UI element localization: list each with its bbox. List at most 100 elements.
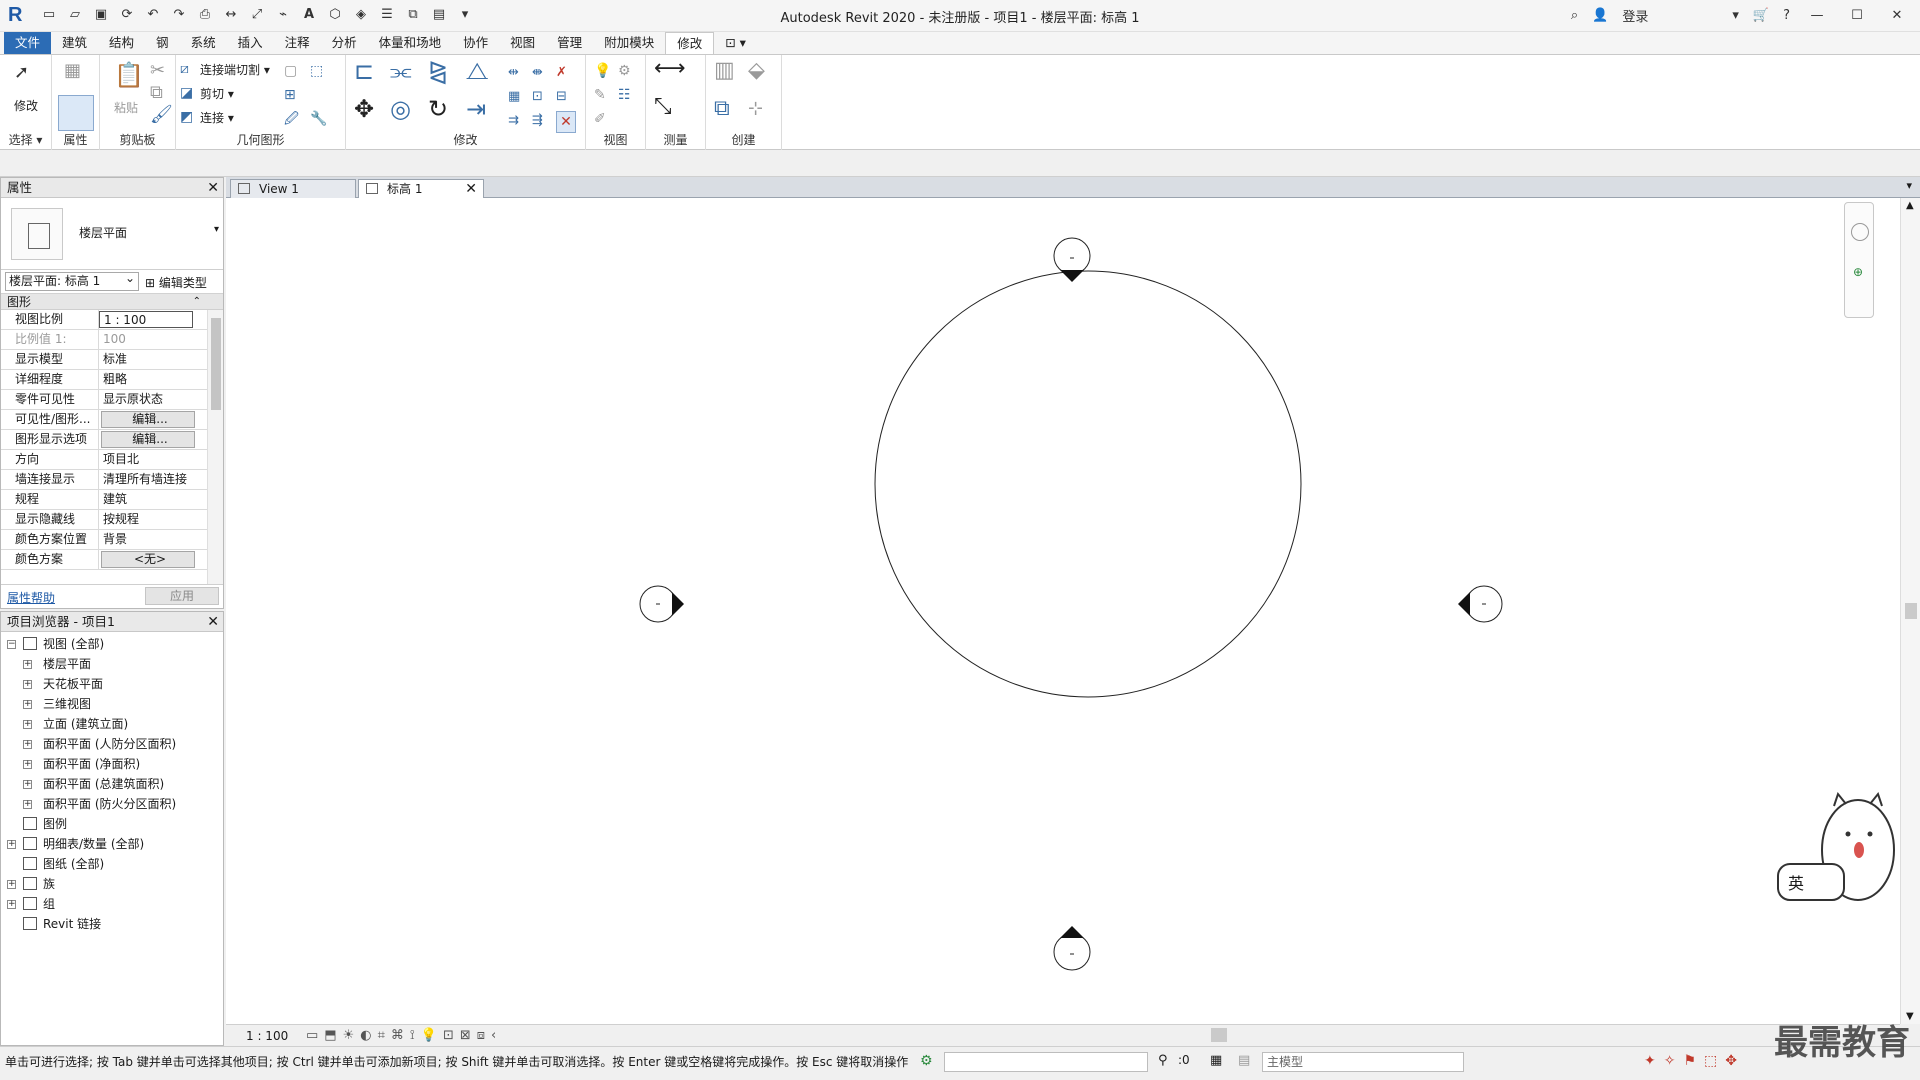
expand-icon[interactable]: + [7, 840, 16, 849]
delete-icon[interactable]: ✕ [556, 111, 576, 133]
edit-type-button[interactable]: ⊞ 编辑类型 [145, 274, 207, 291]
expand-icon[interactable]: + [23, 680, 32, 689]
browser-node[interactable]: + 天花板平面 [1, 674, 223, 694]
select-links-icon[interactable]: ✦ [1644, 1053, 1656, 1069]
tab-1[interactable]: 建筑 [51, 32, 98, 54]
property-edit-button[interactable]: <无> [101, 551, 195, 568]
detail-level-icon[interactable]: ▭ [306, 1028, 318, 1043]
linework-icon[interactable]: ✎ [594, 85, 606, 105]
browser-node[interactable]: + 面积平面 (防火分区面积) [1, 794, 223, 814]
ime-language-label[interactable]: 英 [1788, 870, 1804, 894]
expand-icon[interactable]: + [23, 700, 32, 709]
sun-path-icon[interactable]: ☀ [343, 1028, 355, 1043]
split-gap-icon[interactable]: ⇼ [532, 63, 543, 83]
property-value[interactable]: 粗略 [99, 370, 193, 389]
expand-icon[interactable]: + [7, 900, 16, 909]
tab-6[interactable]: 注释 [274, 32, 321, 54]
aligned-dimension-icon[interactable]: ⤡ [654, 96, 672, 118]
filter-select-icon[interactable]: ⚲ [1158, 1053, 1168, 1068]
user-icon[interactable]: 👤 [1592, 8, 1608, 23]
create-assembly-icon[interactable]: ▥ [714, 60, 735, 82]
properties-scrollbar[interactable] [207, 310, 223, 584]
create-group-icon[interactable]: ⧉ [714, 98, 730, 120]
circle-element[interactable] [874, 270, 1302, 698]
canvas-scroll-thumb[interactable] [1905, 603, 1917, 619]
temp-view-props-icon[interactable]: ⊡ [443, 1028, 454, 1043]
property-value[interactable]: 按规程 [99, 510, 193, 529]
property-value[interactable]: 清理所有墙连接 [99, 470, 193, 489]
demolish-icon[interactable]: ⊞ [284, 85, 296, 105]
paste-icon[interactable]: 📋 [114, 63, 144, 87]
remove-paint-icon[interactable]: 🔧 [310, 109, 327, 129]
highlight-icon[interactable]: ⧈ [477, 1028, 485, 1043]
browser-node[interactable]: − 视图 (全部) [1, 634, 223, 654]
tab-menu-icon[interactable]: ▾ [1906, 179, 1912, 192]
properties-icon[interactable] [58, 95, 94, 131]
properties-help-link[interactable]: 属性帮助 [7, 589, 55, 606]
close-tab-icon[interactable]: ✕ [465, 180, 477, 198]
browser-node[interactable]: + 面积平面 (净面积) [1, 754, 223, 774]
expand-icon[interactable]: + [23, 800, 32, 809]
workset-select[interactable] [944, 1052, 1148, 1072]
hscroll-left-icon[interactable]: ‹ [491, 1028, 496, 1043]
paint-view-icon[interactable]: ✐ [594, 109, 606, 129]
login-link[interactable]: 登录 [1622, 6, 1648, 25]
close-button[interactable]: ✕ [1884, 8, 1910, 23]
apply-button[interactable]: 应用 [145, 587, 219, 605]
property-value[interactable]: 显示原状态 [99, 390, 193, 409]
tab-9[interactable]: 协作 [452, 32, 499, 54]
chevron-down-icon[interactable]: ▾ [214, 224, 219, 235]
close-icon[interactable]: ✕ [207, 612, 219, 632]
browser-node[interactable]: + 三维视图 [1, 694, 223, 714]
maximize-button[interactable]: ☐ [1844, 8, 1870, 23]
expand-icon[interactable]: + [23, 720, 32, 729]
elevation-marker-south[interactable] [1053, 926, 1091, 971]
tab-10[interactable]: 视图 [499, 32, 546, 54]
shadows-icon[interactable]: ◐ [360, 1028, 371, 1043]
override-icon[interactable]: ⚙ [618, 61, 631, 81]
browser-node[interactable]: + 立面 (建筑立面) [1, 714, 223, 734]
pin-icon[interactable]: ⊟ [556, 87, 567, 107]
search-icon[interactable]: ⌕ [1571, 8, 1578, 23]
copy-element-icon[interactable]: ◎ [390, 97, 411, 121]
graphics-category[interactable]: 图形 ⌃ [1, 294, 223, 310]
browser-node[interactable]: + 面积平面 (总建筑面积) [1, 774, 223, 794]
type-selector[interactable]: 楼层平面 ▾ [1, 198, 223, 270]
property-value[interactable]: 1 : 100 [99, 311, 193, 328]
cut-icon[interactable]: ✂ [150, 61, 165, 81]
join-button[interactable]: 连接 ▾ [200, 109, 234, 126]
rotate-icon[interactable]: ↻ [428, 97, 448, 121]
select-group-label[interactable]: 选择 ▾ [0, 131, 51, 148]
scroll-thumb[interactable] [211, 318, 221, 410]
design-options-icon[interactable]: ▤ [1238, 1053, 1250, 1068]
property-edit-button[interactable]: 编辑... [101, 411, 195, 428]
align-icon[interactable]: ⊏ [354, 59, 374, 83]
cut-join-button[interactable]: 连接端切割 ▾ [200, 61, 270, 78]
help-icon[interactable]: ? [1783, 8, 1790, 23]
drag-elements-icon[interactable]: ✥ [1725, 1053, 1737, 1069]
login-dropdown-icon[interactable]: ▾ [1732, 8, 1739, 23]
view-scale[interactable]: 1 : 100 [246, 1029, 288, 1043]
contextual-tab-dropdown-icon[interactable]: ⊡ ▾ [714, 32, 757, 54]
split-icon[interactable]: ⇹ [508, 63, 519, 83]
modify-button[interactable]: 修改 [14, 97, 38, 114]
show-crop-icon[interactable]: ⌘ [391, 1028, 404, 1043]
array-icon[interactable]: ▦ [508, 87, 520, 107]
minimize-button[interactable]: — [1804, 8, 1830, 23]
collapse-icon[interactable]: − [7, 640, 16, 649]
select-pinned-icon[interactable]: ⚑ [1683, 1053, 1696, 1069]
type-properties-icon[interactable]: ▦ [64, 61, 81, 81]
worksets-icon[interactable]: ⚙ [920, 1053, 933, 1069]
property-value[interactable]: 背景 [99, 530, 193, 549]
measure-between-icon[interactable]: ⟷ [654, 58, 686, 80]
unpin-icon[interactable]: ✗ [556, 63, 567, 83]
property-value[interactable]: 项目北 [99, 450, 193, 469]
horizontal-scroll-thumb[interactable] [1211, 1028, 1227, 1042]
paste-button[interactable]: 粘贴 [114, 99, 138, 116]
browser-node[interactable]: 图纸 (全部) [1, 854, 223, 874]
select-underlay-icon[interactable]: ✧ [1664, 1053, 1676, 1069]
wall-joins-icon[interactable]: ⬚ [310, 61, 323, 81]
view-tab[interactable]: View 1 [230, 179, 356, 198]
tab-11[interactable]: 管理 [546, 32, 593, 54]
tab-13[interactable]: 修改 [665, 32, 715, 54]
